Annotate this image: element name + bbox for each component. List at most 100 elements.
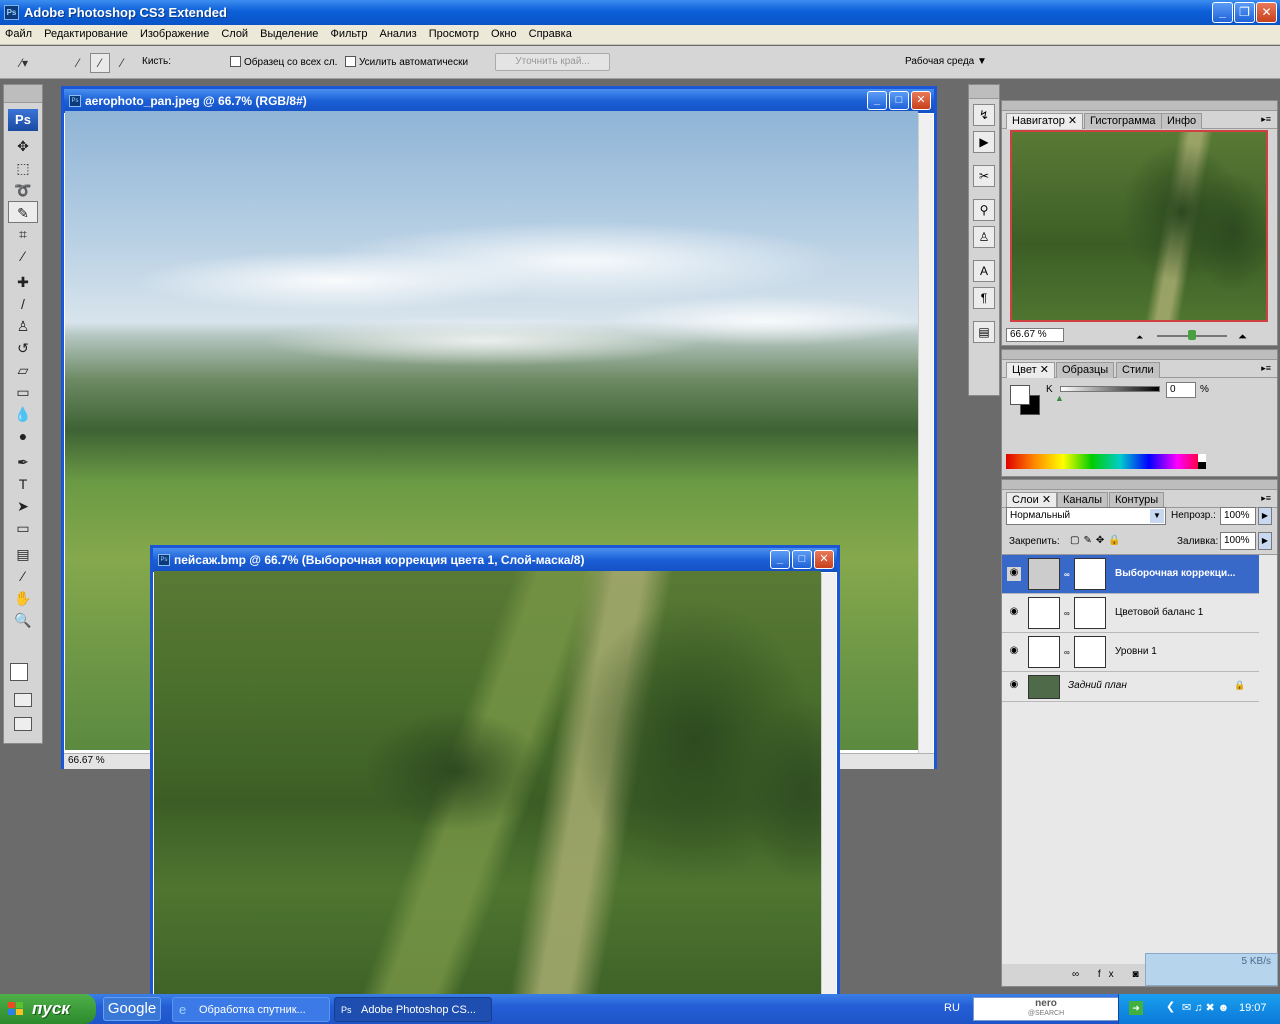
network-monitor-widget[interactable]: 5 KB/s: [1145, 953, 1278, 986]
brush-tool-icon[interactable]: /: [8, 293, 38, 315]
taskbar-item-browser[interactable]: e Обработка спутник...: [172, 997, 330, 1022]
paragraph-icon[interactable]: ¶: [973, 287, 995, 309]
vertical-scrollbar[interactable]: [918, 114, 933, 753]
tab-styles[interactable]: Стили: [1116, 362, 1160, 378]
doc-minimize-button[interactable]: _: [770, 550, 790, 569]
eye-icon[interactable]: ◉: [1007, 606, 1021, 620]
sample-all-checkbox[interactable]: [230, 56, 241, 67]
link-icon[interactable]: ∞: [1064, 648, 1070, 657]
tool-presets-icon[interactable]: ✂: [973, 165, 995, 187]
tab-channels[interactable]: Каналы: [1057, 492, 1109, 508]
doc-minimize-button[interactable]: _: [867, 91, 887, 110]
close-icon[interactable]: ✕: [1040, 364, 1049, 376]
menu-layer[interactable]: Слой: [216, 25, 252, 40]
eyedropper2-tool-icon[interactable]: ⁄: [8, 565, 38, 587]
layer-row[interactable]: ◉ ∞ Уровни 1: [1002, 633, 1259, 672]
opacity-arrow-icon[interactable]: ▶: [1258, 507, 1272, 525]
document-title-bar[interactable]: Ps пейсаж.bmp @ 66.7% (Выборочная коррек…: [153, 548, 837, 572]
navigator-preview[interactable]: [1010, 130, 1268, 322]
layer-thumbnail[interactable]: [1028, 675, 1060, 699]
marquee-tool-icon[interactable]: ⬚: [8, 157, 38, 179]
notes-tool-icon[interactable]: ▤: [8, 543, 38, 565]
menu-filter[interactable]: Фильтр: [326, 25, 372, 40]
mask-thumbnail[interactable]: [1074, 636, 1106, 668]
eye-icon[interactable]: ◉: [1007, 567, 1021, 581]
tab-histogram[interactable]: Гистограмма: [1084, 113, 1162, 129]
vertical-scrollbar[interactable]: [821, 573, 836, 996]
type-tool-icon[interactable]: T: [8, 473, 38, 495]
auto-enhance[interactable]: Усилить автоматически: [345, 56, 468, 68]
panel-menu-icon[interactable]: ▸≡: [1261, 114, 1271, 125]
character-icon[interactable]: A: [973, 260, 995, 282]
slider-handle-icon[interactable]: ▲: [1055, 393, 1064, 403]
quick-mask-icon[interactable]: [14, 693, 32, 707]
document-title-bar[interactable]: Ps aerophoto_pan.jpeg @ 66.7% (RGB/8#) _…: [64, 89, 934, 113]
link-icon[interactable]: ∞: [1064, 570, 1070, 579]
fill-field[interactable]: 100%: [1220, 532, 1256, 550]
auto-enhance-checkbox[interactable]: [345, 56, 356, 67]
tab-navigator[interactable]: Навигатор ✕: [1006, 113, 1084, 129]
adjustment-thumbnail[interactable]: [1028, 558, 1060, 590]
history-icon[interactable]: ↯: [973, 104, 995, 126]
menu-view[interactable]: Просмотр: [424, 25, 483, 40]
doc-close-button[interactable]: ✕: [911, 91, 931, 110]
close-icon[interactable]: ✕: [1068, 115, 1077, 127]
zoom-slider-handle[interactable]: [1188, 330, 1196, 340]
tools-ps-logo[interactable]: Ps: [8, 109, 38, 131]
panel-menu-icon[interactable]: ▸≡: [1261, 363, 1271, 374]
layers-footer-icons[interactable]: ∞ fx ◙: [1072, 969, 1147, 980]
healing-brush-tool-icon[interactable]: ✚: [8, 271, 38, 293]
navigator-zoom-field[interactable]: 66.67 %: [1006, 328, 1064, 342]
menu-analysis[interactable]: Анализ: [375, 25, 421, 40]
zoom-in-icon[interactable]: ⏶: [1238, 331, 1247, 344]
add-to-selection-icon[interactable]: ⁄: [90, 53, 110, 73]
minimize-button[interactable]: _: [1212, 2, 1233, 23]
link-icon[interactable]: ∞: [1064, 609, 1070, 618]
mask-thumbnail[interactable]: [1074, 558, 1106, 590]
layer-comps-icon[interactable]: ▤: [973, 321, 995, 343]
hand-tool-icon[interactable]: ✋: [8, 587, 38, 609]
menu-image[interactable]: Изображение: [135, 25, 213, 40]
google-toolbar[interactable]: Google: [103, 997, 161, 1021]
lock-icons[interactable]: ▢✎✥🔒: [1070, 535, 1125, 546]
foreground-color-swatch[interactable]: [1010, 385, 1030, 405]
menu-select[interactable]: Выделение: [255, 25, 322, 40]
black-slider[interactable]: [1060, 386, 1160, 392]
mask-thumbnail[interactable]: [1074, 597, 1106, 629]
zoom-level[interactable]: 66.67 %: [68, 755, 105, 766]
tab-layers[interactable]: Слои ✕: [1006, 492, 1058, 508]
color-ramp[interactable]: [1006, 454, 1206, 469]
history-brush-tool-icon[interactable]: ↺: [8, 337, 38, 359]
screen-mode-icon[interactable]: [14, 717, 32, 731]
zoom-tool-icon[interactable]: 🔍: [8, 609, 38, 631]
layer-row[interactable]: ◉ ∞ Выборочная коррекци...: [1002, 555, 1259, 594]
sample-all-layers[interactable]: Образец со всех сл.: [230, 56, 337, 68]
chevron-left-icon[interactable]: ❮: [1166, 1000, 1175, 1013]
menu-window[interactable]: Окно: [486, 25, 521, 40]
black-value-field[interactable]: 0: [1166, 382, 1196, 398]
menu-file[interactable]: Файл: [0, 25, 36, 40]
blend-mode-select[interactable]: Нормальный ▼: [1006, 507, 1166, 525]
nero-search-box[interactable]: nero @SEARCH: [973, 997, 1119, 1021]
layer-row[interactable]: ◉ ∞ Цветовой баланс 1: [1002, 594, 1259, 633]
doc-maximize-button[interactable]: □: [792, 550, 812, 569]
panel-grip[interactable]: [1002, 350, 1277, 360]
tray-icons[interactable]: ✉♫✖☻: [1182, 1001, 1232, 1014]
close-icon[interactable]: ✕: [1042, 494, 1051, 506]
clone-source-icon[interactable]: ♙: [973, 226, 995, 248]
brushes-icon[interactable]: ⚲: [973, 199, 995, 221]
menu-help[interactable]: Справка: [524, 25, 576, 40]
close-button[interactable]: ✕: [1256, 2, 1277, 23]
satellite-landscape-image[interactable]: [154, 571, 821, 994]
workspace-menu[interactable]: Рабочая среда ▼: [905, 56, 987, 67]
doc-maximize-button[interactable]: □: [889, 91, 909, 110]
doc-close-button[interactable]: ✕: [814, 550, 834, 569]
fill-arrow-icon[interactable]: ▶: [1258, 532, 1272, 550]
foreground-color-swatch[interactable]: [10, 663, 28, 681]
shape-tool-icon[interactable]: ▭: [8, 517, 38, 539]
eye-icon[interactable]: ◉: [1007, 679, 1021, 693]
adjustment-thumbnail[interactable]: [1028, 636, 1060, 668]
app-title-bar[interactable]: Ps Adobe Photoshop CS3 Extended _ ❐ ✕: [0, 0, 1280, 25]
language-indicator[interactable]: RU: [944, 1002, 960, 1014]
tab-color[interactable]: Цвет ✕: [1006, 362, 1055, 378]
